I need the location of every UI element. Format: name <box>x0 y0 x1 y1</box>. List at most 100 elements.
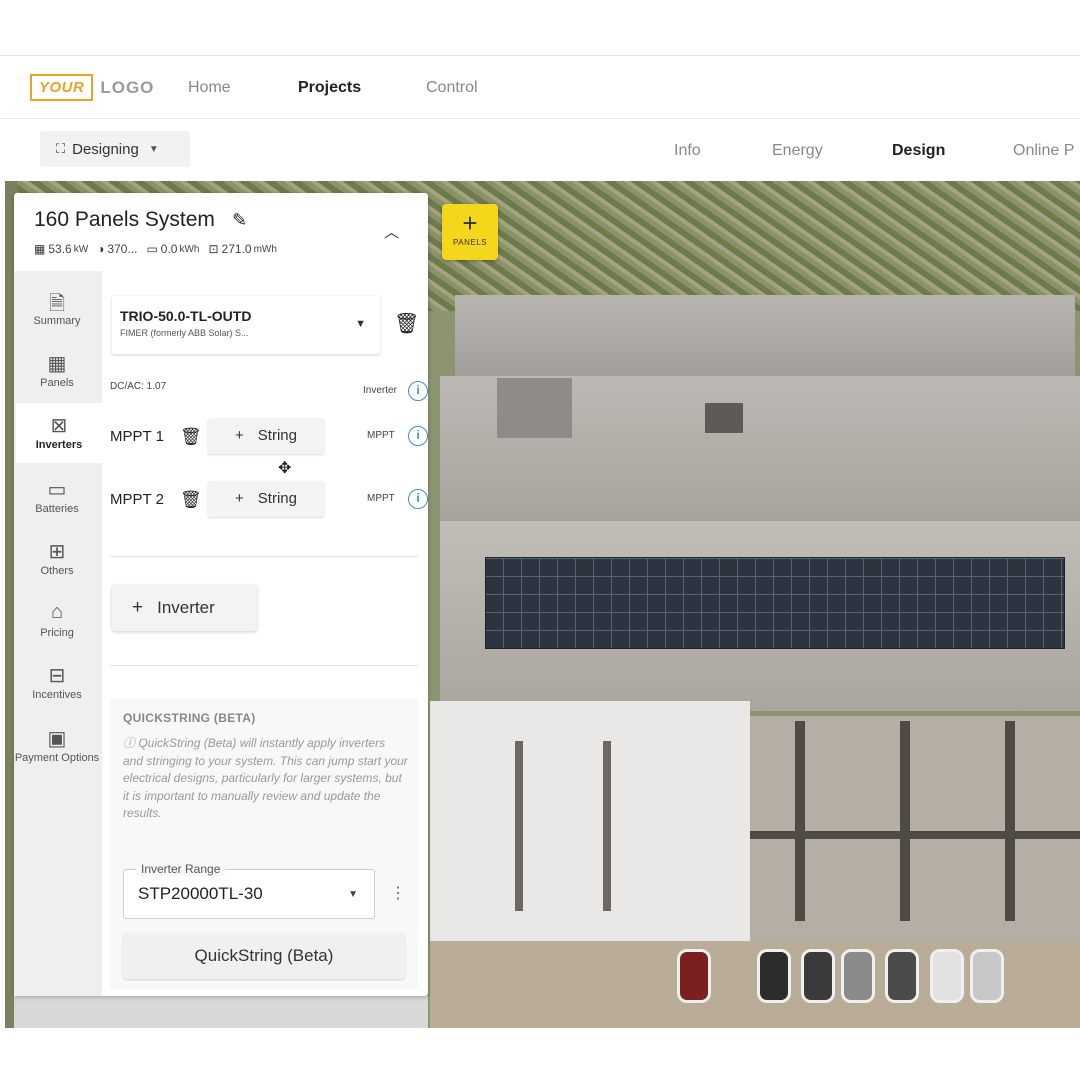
sidenav-label: Batteries <box>35 503 79 515</box>
sidenav-label: Incentives <box>32 689 82 701</box>
divider <box>110 665 418 666</box>
plus-icon: + <box>132 597 144 618</box>
sub-nav: ⛶ Designing ▼ Info Energy Design Online … <box>0 120 1080 180</box>
stat-battery-value: 0.0 <box>160 242 178 256</box>
stat-battery-unit: kWh <box>179 243 200 255</box>
building-white <box>430 701 750 941</box>
move-icon: ✥ <box>278 460 292 477</box>
tab-energy[interactable]: Energy <box>772 142 823 160</box>
logo-mark: YOUR <box>30 74 94 101</box>
apps-icon: ⊞ <box>48 541 66 563</box>
system-stats: ▦ 53.6 kW ◑ 370... ▭ 0.0 kWh ⊡ 271.0 mWh <box>34 242 286 256</box>
nav-projects[interactable]: Projects <box>298 79 361 97</box>
inverter-range-value: STP20000TL-30 <box>138 884 263 903</box>
roof-stripe <box>515 741 523 911</box>
delete-inverter-icon[interactable]: 🗑 <box>394 311 419 336</box>
sidenav-label: Inverters <box>35 439 83 451</box>
stat-energy: ⊡ 271.0 mWh <box>208 242 276 256</box>
design-panel: 160 Panels System ✎ ︿ ▦ 53.6 kW ◑ 370...… <box>14 193 428 996</box>
tab-info[interactable]: Info <box>674 142 701 160</box>
car <box>970 949 1004 1003</box>
plus-icon: + <box>235 427 244 444</box>
quickstring-section: QUICKSTRING (BETA) ⓘ QuickString (Beta) … <box>110 699 418 989</box>
battery-icon: ▭ <box>47 479 67 501</box>
panel-grid-icon: ▦ <box>34 242 46 256</box>
add-inverter-button[interactable]: + Inverter <box>112 585 257 631</box>
top-nav: YOUR LOGO Home Projects Control <box>0 55 1080 119</box>
sidenav-item-inverters[interactable]: ⊠ Inverters <box>16 403 102 463</box>
info-icon[interactable]: i <box>408 426 428 446</box>
add-string-button[interactable]: + String <box>208 418 324 454</box>
design-sidenav: 🗎 Summary ▦ Panels ⊠ Inverters ▭ Batteri… <box>14 271 102 996</box>
roof-stripe <box>900 721 910 921</box>
wallet-icon: ▣ <box>47 728 67 750</box>
roof-stripe <box>750 831 1080 839</box>
quickstring-button[interactable]: QuickString (Beta) <box>123 933 405 979</box>
sidenav-item-payment-options[interactable]: ▣ Payment Options <box>14 716 100 791</box>
roof-stripe <box>603 741 611 911</box>
inverter-model-select[interactable]: TRIO-50.0-TL-OUTD FIMER (formerly ABB So… <box>112 296 380 354</box>
info-icon[interactable]: i <box>408 381 428 401</box>
sidenav-item-pricing[interactable]: ⌂ Pricing <box>14 591 100 651</box>
delete-mppt-icon[interactable]: 🗑 <box>180 427 202 447</box>
add-string-label: String <box>257 490 297 507</box>
designing-dropdown[interactable]: ⛶ Designing ▼ <box>40 131 190 167</box>
sidenav-label: Pricing <box>40 627 74 639</box>
add-panels-button[interactable]: + PANELS <box>442 204 498 260</box>
add-string-button[interactable]: + String <box>208 481 324 517</box>
inverter-range-select[interactable]: Inverter Range STP20000TL-30 ▼ <box>123 862 375 919</box>
tag-icon: ⌂ <box>50 601 64 623</box>
mppt-info-label: MPPT <box>367 430 395 441</box>
offset-icon: ◑ <box>97 242 105 256</box>
stat-battery: ▭ 0.0 kWh <box>146 242 199 256</box>
add-panels-label: PANELS <box>453 238 487 247</box>
sidenav-item-batteries[interactable]: ▭ Batteries <box>14 467 100 527</box>
stat-ratio-value: 370... <box>107 242 138 256</box>
delete-mppt-icon[interactable]: 🗑 <box>180 490 202 510</box>
battery-icon: ▭ <box>146 242 158 256</box>
roof-stripe <box>795 721 805 921</box>
info-icon[interactable]: i <box>408 489 428 509</box>
sidenav-item-summary[interactable]: 🗎 Summary <box>14 279 100 339</box>
app-frame: YOUR LOGO Home Projects Control ⛶ Design… <box>0 0 1080 1080</box>
sidenav-item-panels[interactable]: ▦ Panels <box>14 341 100 401</box>
stat-power: ▦ 53.6 kW <box>34 242 88 256</box>
tab-online-proposal[interactable]: Online P <box>1013 142 1074 160</box>
roof-stripe <box>1005 721 1015 921</box>
hierarchy-icon: ⛶ <box>56 141 66 156</box>
inverter-info-label: Inverter <box>363 385 397 396</box>
system-title: 160 Panels System <box>34 208 215 231</box>
chevron-up-icon[interactable]: ︿ <box>384 221 399 242</box>
quickstring-title: QUICKSTRING (BETA) <box>123 711 256 725</box>
car <box>677 949 711 1003</box>
sidenav-label: Payment Options <box>14 752 100 764</box>
chevron-down-icon: ▼ <box>355 318 366 330</box>
dc-ac-ratio: DC/AC: 1.07 <box>110 381 167 392</box>
quickstring-description: ⓘ QuickString (Beta) will instantly appl… <box>123 735 408 823</box>
add-string-label: String <box>257 427 297 444</box>
logo-text: LOGO <box>100 77 155 97</box>
inverter-model-name: TRIO-50.0-TL-OUTD <box>120 308 252 324</box>
solar-panel-array[interactable] <box>485 557 1065 649</box>
roof-vent <box>497 378 572 438</box>
stat-energy-unit: mWh <box>253 243 277 255</box>
mppt-2-label: MPPT 2 <box>110 491 164 508</box>
nav-control[interactable]: Control <box>426 79 478 97</box>
nav-home[interactable]: Home <box>188 79 231 97</box>
inverter-icon: ⊠ <box>50 415 68 437</box>
car <box>930 949 964 1003</box>
roof-vent <box>705 403 743 433</box>
more-vert-icon[interactable]: ⋮ <box>390 883 406 903</box>
stat-power-unit: kW <box>73 243 89 255</box>
stat-ratio: ◑ 370... <box>97 242 137 256</box>
pencil-icon[interactable]: ✎ <box>232 210 247 231</box>
stat-power-value: 53.6 <box>48 242 72 256</box>
tab-design[interactable]: Design <box>892 142 945 160</box>
sidenav-item-others[interactable]: ⊞ Others <box>14 529 100 589</box>
chevron-down-icon: ▼ <box>348 889 358 900</box>
logo[interactable]: YOUR LOGO <box>30 74 154 101</box>
sidenav-item-incentives[interactable]: ⊟ Incentives <box>14 653 100 713</box>
car <box>801 949 835 1003</box>
sidenav-label: Summary <box>33 315 81 327</box>
chevron-down-icon: ▼ <box>148 143 159 155</box>
